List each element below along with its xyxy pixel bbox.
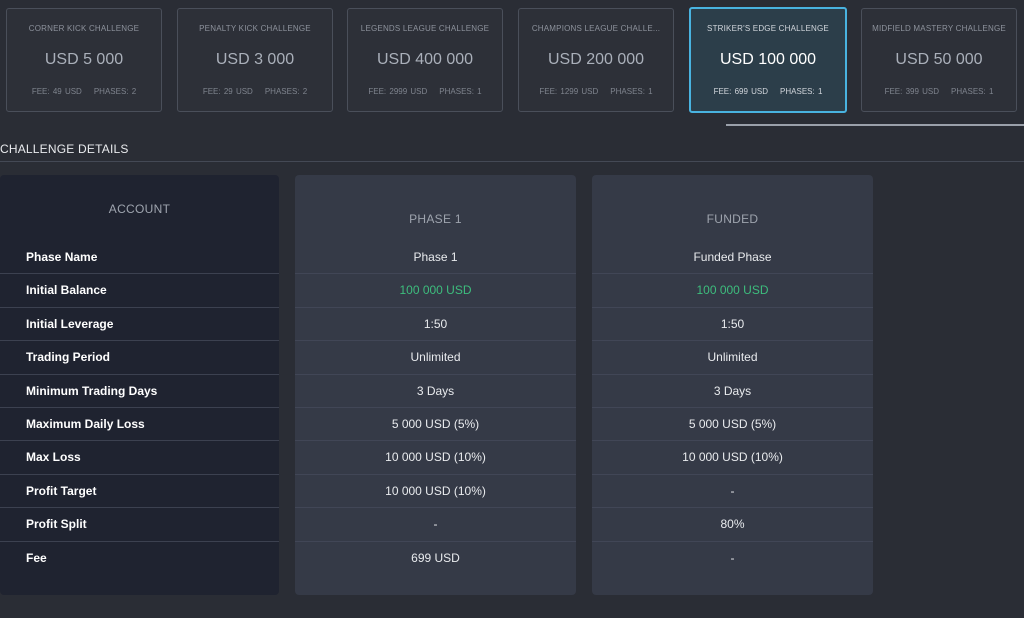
challenge-phases: PHASES: 1 bbox=[951, 87, 994, 96]
phase1-phase-name: Phase 1 bbox=[295, 241, 576, 275]
account-labels-panel: ACCOUNT Phase Name Initial Balance Initi… bbox=[0, 175, 279, 595]
label-max-loss: Max Loss bbox=[0, 441, 279, 475]
challenge-fee: FEE: 1299 USD bbox=[539, 87, 599, 96]
funded-panel: FUNDED Funded Phase 100 000 USD 1:50 Unl… bbox=[592, 175, 873, 595]
funded-initial-leverage: 1:50 bbox=[592, 308, 873, 342]
challenge-phases: PHASES: 2 bbox=[264, 87, 308, 96]
funded-header: FUNDED bbox=[706, 212, 759, 226]
challenge-fee: FEE: 2999 USD bbox=[368, 87, 428, 96]
challenge-name: PENALTY KICK CHALLENGE bbox=[199, 24, 311, 33]
challenge-phases: PHASES: 1 bbox=[610, 87, 653, 96]
challenge-fee: FEE: 699 USD bbox=[713, 87, 769, 96]
challenge-card-legends-league[interactable]: LEGENDS LEAGUE CHALLENGE USD 400 000 FEE… bbox=[347, 8, 503, 112]
challenge-meta: FEE: 29 USD PHASES: 2 bbox=[178, 87, 332, 96]
challenge-amount: USD 200 000 bbox=[547, 51, 645, 68]
label-initial-balance: Initial Balance bbox=[0, 274, 279, 308]
challenge-name: CHAMPIONS LEAGUE CHALLE... bbox=[531, 24, 661, 33]
section-divider bbox=[0, 161, 1024, 162]
challenge-meta: FEE: 699 USD PHASES: 1 bbox=[691, 87, 845, 96]
challenge-amount: USD 5 000 bbox=[44, 51, 124, 68]
funded-profit-split: 80% bbox=[592, 508, 873, 542]
section-title: CHALLENGE DETAILS bbox=[0, 142, 129, 156]
phase1-minimum-trading-days: 3 Days bbox=[295, 375, 576, 408]
phase1-panel: PHASE 1 Phase 1 100 000 USD 1:50 Unlimit… bbox=[295, 175, 576, 595]
phase1-profit-split: - bbox=[295, 508, 576, 542]
funded-trading-period: Unlimited bbox=[592, 341, 873, 375]
funded-phase-name: Funded Phase bbox=[592, 241, 873, 275]
label-minimum-trading-days: Minimum Trading Days bbox=[0, 375, 279, 408]
challenge-name: STRIKER'S EDGE CHALLENGE bbox=[707, 24, 829, 33]
phase1-initial-leverage: 1:50 bbox=[295, 308, 576, 342]
challenge-card-strikers-edge[interactable]: STRIKER'S EDGE CHALLENGE USD 100 000 FEE… bbox=[689, 7, 847, 113]
funded-minimum-trading-days: 3 Days bbox=[592, 375, 873, 408]
challenge-phases: PHASES: 1 bbox=[439, 87, 482, 96]
funded-fee: - bbox=[730, 550, 735, 565]
label-trading-period: Trading Period bbox=[0, 341, 279, 375]
challenge-fee: FEE: 399 USD bbox=[884, 87, 940, 96]
account-header: ACCOUNT bbox=[108, 202, 171, 216]
label-profit-split: Profit Split bbox=[0, 508, 279, 542]
funded-initial-balance: 100 000 USD bbox=[592, 274, 873, 308]
challenge-amount: USD 50 000 bbox=[895, 51, 983, 68]
challenge-amount: USD 400 000 bbox=[376, 51, 474, 68]
challenge-name: MIDFIELD MASTERY CHALLENGE bbox=[872, 24, 1006, 33]
challenge-meta: FEE: 49 USD PHASES: 2 bbox=[7, 87, 161, 96]
challenge-meta: FEE: 1299 USD PHASES: 1 bbox=[519, 87, 673, 96]
label-fee: Fee bbox=[26, 550, 47, 565]
challenge-fee: FEE: 29 USD bbox=[202, 87, 253, 96]
challenge-phases: PHASES: 1 bbox=[780, 87, 823, 96]
challenge-meta: FEE: 399 USD PHASES: 1 bbox=[862, 87, 1016, 96]
funded-max-loss: 10 000 USD (10%) bbox=[592, 441, 873, 475]
challenge-name: LEGENDS LEAGUE CHALLENGE bbox=[360, 24, 490, 33]
label-initial-leverage: Initial Leverage bbox=[0, 308, 279, 342]
phase1-profit-target: 10 000 USD (10%) bbox=[295, 475, 576, 509]
challenge-name: CORNER KICK CHALLENGE bbox=[28, 24, 140, 33]
phase1-max-loss: 10 000 USD (10%) bbox=[295, 441, 576, 475]
carousel-scrollbar[interactable] bbox=[726, 124, 1024, 126]
phase1-maximum-daily-loss: 5 000 USD (5%) bbox=[295, 408, 576, 442]
challenge-amount: USD 3 000 bbox=[215, 51, 295, 68]
challenge-meta: FEE: 2999 USD PHASES: 1 bbox=[348, 87, 502, 96]
funded-profit-target: - bbox=[592, 475, 873, 509]
challenge-phases: PHASES: 2 bbox=[93, 87, 137, 96]
phase1-fee: 699 USD bbox=[411, 550, 460, 565]
challenge-amount: USD 100 000 bbox=[719, 51, 817, 68]
phase1-header: PHASE 1 bbox=[409, 212, 462, 226]
challenge-fee: FEE: 49 USD bbox=[31, 87, 82, 96]
phase1-initial-balance: 100 000 USD bbox=[295, 274, 576, 308]
phase1-trading-period: Unlimited bbox=[295, 341, 576, 375]
label-profit-target: Profit Target bbox=[0, 475, 279, 509]
challenge-card-penalty-kick[interactable]: PENALTY KICK CHALLENGE USD 3 000 FEE: 29… bbox=[177, 8, 333, 112]
label-maximum-daily-loss: Maximum Daily Loss bbox=[0, 408, 279, 442]
label-phase-name: Phase Name bbox=[0, 241, 279, 275]
funded-maximum-daily-loss: 5 000 USD (5%) bbox=[592, 408, 873, 442]
challenge-card-midfield-mastery[interactable]: MIDFIELD MASTERY CHALLENGE USD 50 000 FE… bbox=[861, 8, 1017, 112]
challenge-card-corner-kick[interactable]: CORNER KICK CHALLENGE USD 5 000 FEE: 49 … bbox=[6, 8, 162, 112]
challenge-card-champions-league[interactable]: CHAMPIONS LEAGUE CHALLE... USD 200 000 F… bbox=[518, 8, 674, 112]
